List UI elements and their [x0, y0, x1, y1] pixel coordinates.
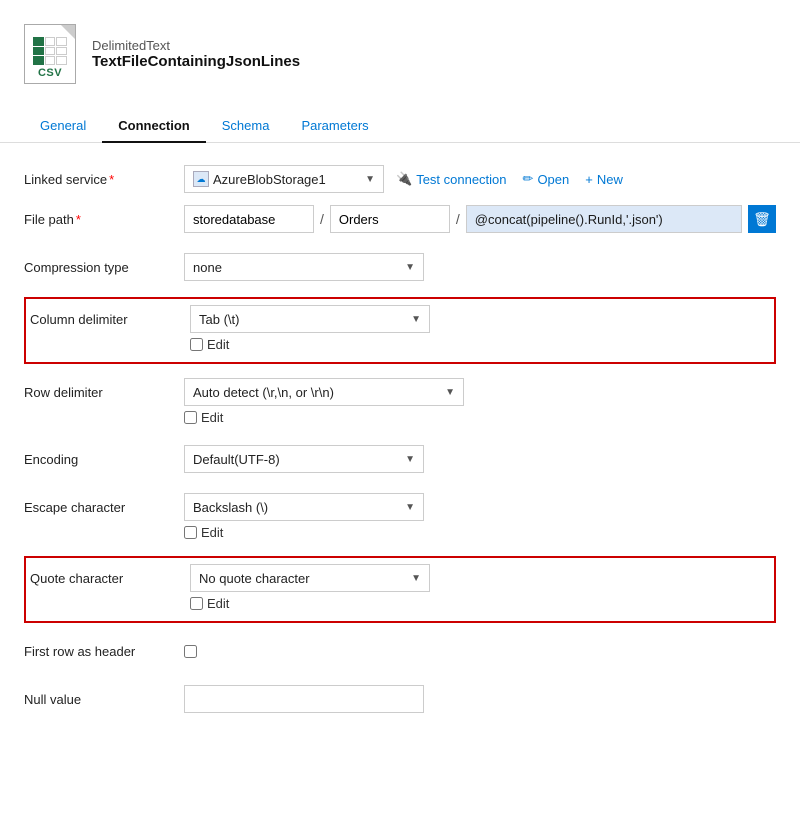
csv-label: CSV	[38, 67, 62, 79]
delete-path-button[interactable]: 🗑	[748, 205, 776, 233]
encoding-label: Encoding	[24, 452, 184, 467]
compression-type-controls: none ▼	[184, 253, 776, 281]
dropdown-arrow-icon: ▼	[411, 573, 421, 584]
main-panel: CSV DelimitedText TextFileContainingJson…	[0, 0, 800, 825]
trash-icon: 🗑	[753, 211, 771, 228]
first-row-header-label: First row as header	[24, 644, 184, 659]
compression-type-label: Compression type	[24, 260, 184, 275]
dropdown-arrow-icon: ▼	[405, 454, 415, 465]
column-delimiter-edit-checkbox[interactable]: Edit	[190, 337, 229, 352]
file-path-controls: / / 🗑	[184, 205, 776, 233]
test-connection-button[interactable]: 🔌 Test connection	[392, 171, 511, 187]
row-delimiter-edit-checkbox[interactable]: Edit	[184, 410, 223, 425]
null-value-row: Null value	[24, 681, 776, 717]
column-delimiter-dropdown[interactable]: Tab (\t) ▼	[190, 305, 430, 333]
column-delimiter-label: Column delimiter	[30, 312, 190, 327]
escape-character-controls: Backslash (\) ▼	[184, 493, 776, 521]
linked-service-controls: ☁ AzureBlobStorage1 ▼ 🔌 Test connection …	[184, 165, 776, 193]
row-delimiter-label: Row delimiter	[24, 385, 184, 400]
first-row-header-checkbox[interactable]	[184, 645, 197, 658]
plus-icon: +	[585, 172, 593, 187]
quote-character-row: Quote character No quote character ▼	[30, 560, 770, 596]
escape-character-checkbox[interactable]	[184, 526, 197, 539]
escape-character-edit-checkbox[interactable]: Edit	[184, 525, 223, 540]
plug-icon: 🔌	[396, 171, 412, 187]
path-separator-1: /	[320, 211, 324, 227]
column-delimiter-edit-row: Edit	[190, 337, 770, 352]
edit-icon: ✏	[523, 171, 534, 187]
tab-connection[interactable]: Connection	[102, 110, 206, 143]
dropdown-arrow-icon: ▼	[405, 262, 415, 273]
escape-character-dropdown[interactable]: Backslash (\) ▼	[184, 493, 424, 521]
encoding-controls: Default(UTF-8) ▼	[184, 445, 776, 473]
escape-character-label: Escape character	[24, 500, 184, 515]
new-button[interactable]: + New	[581, 172, 627, 187]
file-path-dynamic[interactable]	[466, 205, 742, 233]
file-path-label: File path*	[24, 212, 184, 227]
encoding-row: Encoding Default(UTF-8) ▼	[24, 441, 776, 477]
open-button[interactable]: ✏ Open	[519, 171, 574, 187]
quote-character-label: Quote character	[30, 571, 190, 586]
encoding-dropdown[interactable]: Default(UTF-8) ▼	[184, 445, 424, 473]
quote-character-controls: No quote character ▼	[190, 564, 770, 592]
quote-character-edit-checkbox[interactable]: Edit	[190, 596, 229, 611]
type-name: DelimitedText	[92, 38, 300, 53]
escape-character-edit-row: Edit	[184, 525, 776, 540]
first-row-header-row: First row as header	[24, 633, 776, 669]
dropdown-arrow-icon: ▼	[405, 502, 415, 513]
dataset-name: TextFileContainingJsonLines	[92, 53, 300, 70]
tab-schema[interactable]: Schema	[206, 110, 286, 143]
header-text: DelimitedText TextFileContainingJsonLine…	[92, 38, 300, 70]
dropdown-arrow-icon: ▼	[411, 314, 421, 325]
form-area: Linked service* ☁ AzureBlobStorage1 ▼ 🔌 …	[0, 143, 800, 739]
dataset-icon: CSV	[24, 24, 76, 84]
compression-type-dropdown[interactable]: none ▼	[184, 253, 424, 281]
row-delimiter-edit-row: Edit	[184, 410, 776, 425]
quote-character-edit-row: Edit	[190, 596, 770, 611]
quote-character-wrapper: Quote character No quote character ▼ Edi…	[24, 556, 776, 623]
column-delimiter-wrapper: Column delimiter Tab (\t) ▼ Edit	[24, 297, 776, 364]
file-path-part2[interactable]	[330, 205, 450, 233]
row-delimiter-checkbox[interactable]	[184, 411, 197, 424]
header-area: CSV DelimitedText TextFileContainingJson…	[0, 0, 800, 90]
null-value-controls	[184, 685, 776, 713]
row-delimiter-controls: Auto detect (\r,\n, or \r\n) ▼	[184, 378, 776, 406]
null-value-input[interactable]	[184, 685, 424, 713]
escape-character-row: Escape character Backslash (\) ▼	[24, 489, 776, 525]
column-delimiter-controls: Tab (\t) ▼	[190, 305, 770, 333]
column-delimiter-checkbox[interactable]	[190, 338, 203, 351]
tab-general[interactable]: General	[24, 110, 102, 143]
linked-service-label: Linked service*	[24, 172, 184, 187]
null-value-label: Null value	[24, 692, 184, 707]
compression-type-row: Compression type none ▼	[24, 249, 776, 285]
column-delimiter-row: Column delimiter Tab (\t) ▼	[30, 301, 770, 337]
quote-character-dropdown[interactable]: No quote character ▼	[190, 564, 430, 592]
file-path-part1[interactable]	[184, 205, 314, 233]
first-row-header-controls	[184, 645, 776, 658]
tab-parameters[interactable]: Parameters	[285, 110, 384, 143]
linked-service-row: Linked service* ☁ AzureBlobStorage1 ▼ 🔌 …	[24, 161, 776, 197]
dropdown-arrow-icon: ▼	[365, 174, 375, 185]
tabs-bar: General Connection Schema Parameters	[0, 110, 800, 143]
row-delimiter-row: Row delimiter Auto detect (\r,\n, or \r\…	[24, 374, 776, 410]
storage-icon: ☁	[193, 171, 209, 187]
path-separator-2: /	[456, 211, 460, 227]
row-delimiter-dropdown[interactable]: Auto detect (\r,\n, or \r\n) ▼	[184, 378, 464, 406]
dropdown-arrow-icon: ▼	[445, 387, 455, 398]
quote-character-checkbox[interactable]	[190, 597, 203, 610]
linked-service-dropdown[interactable]: ☁ AzureBlobStorage1 ▼	[184, 165, 384, 193]
file-path-row: File path* / / 🗑	[24, 201, 776, 237]
